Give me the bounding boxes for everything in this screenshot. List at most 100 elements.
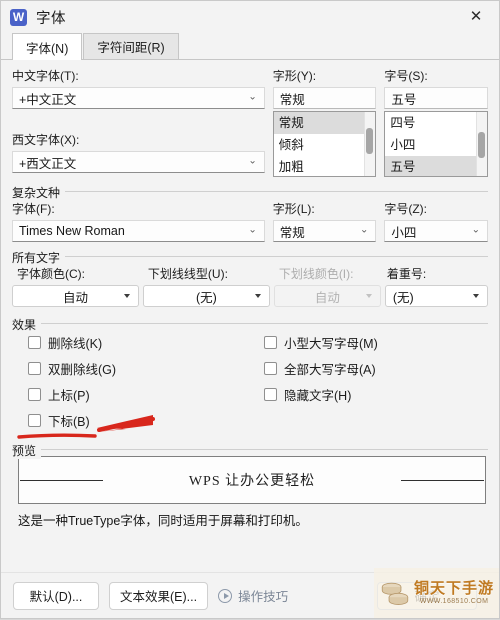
western-font-label: 西文字体(X): [12, 133, 80, 147]
close-icon[interactable]: ✕ [459, 3, 493, 29]
checkbox-superscript[interactable]: 上标(P) [28, 384, 250, 405]
emphasis-mark-dropdown[interactable]: (无) [384, 285, 488, 307]
chevron-down-icon: ⌄ [248, 155, 257, 167]
list-item[interactable]: 四号 [385, 112, 487, 134]
complex-font-combo[interactable]: Times New Roman ⌄ [12, 220, 265, 242]
western-font-combo[interactable]: +西文正文 ⌄ [12, 151, 265, 173]
checkbox-label: 隐藏文字(H) [284, 389, 352, 403]
checkbox-box [28, 388, 41, 401]
complex-font-label: 字体(F): [12, 202, 55, 216]
list-item[interactable]: 加粗 [274, 156, 376, 176]
font-color-value: 自动 [62, 290, 88, 305]
underline-style-field: 下划线线型(U): (无) [142, 265, 270, 307]
dialog-footer: 默认(D)... 文本效果(E)... 操作技巧 确定 [1, 572, 499, 618]
underline-style-dropdown[interactable]: (无) [142, 285, 270, 307]
caret-down-icon [123, 294, 130, 298]
caret-down-icon [365, 294, 372, 298]
checkbox-subscript[interactable]: 下标(B) [28, 410, 250, 431]
font-style-input[interactable]: 常规 [272, 87, 377, 109]
underline-color-field: 下划线颜色(I): 自动 [273, 265, 381, 307]
list-item[interactable]: 倾斜 [274, 134, 376, 156]
tab-font[interactable]: 字体(N) [12, 33, 83, 60]
underline-color-value: 自动 [314, 290, 340, 305]
font-style-label: 字形(Y): [272, 69, 317, 83]
chinese-font-value: +中文正文 [19, 92, 77, 107]
dialog-body: 中文字体(T): +中文正文 ⌄ 西文字体(X): +西文正文 ⌄ 字形(Y):… [1, 60, 499, 572]
font-style-column: 字形(Y): 常规 常规 倾斜 加粗 [272, 67, 377, 177]
tab-strip: 字体(N) 字符间距(R) [1, 33, 499, 60]
effects-left-column: 删除线(K) 双删除线(G) 上标(P) 下标(B) [12, 332, 250, 436]
checkbox-box [28, 362, 41, 375]
operation-tips-label: 操作技巧 [238, 590, 289, 604]
font-size-column: 字号(S): 五号 四号 小四 五号 [384, 67, 488, 177]
underline-color-label: 下划线颜色(I): [278, 267, 354, 281]
checkbox-strikethrough[interactable]: 删除线(K) [28, 332, 250, 353]
chinese-font-combo[interactable]: +中文正文 ⌄ [12, 87, 265, 109]
group-divider [12, 323, 488, 324]
wps-writer-logo-icon: W [10, 8, 27, 26]
underline-color-dropdown: 自动 [273, 285, 381, 307]
complex-size-combo[interactable]: 小四 ⌄ [384, 220, 488, 242]
caret-down-icon [254, 294, 261, 298]
complex-style-field: 字形(L): 常规 ⌄ [272, 200, 377, 242]
preview-title: 预览 [12, 442, 42, 459]
chinese-font-label: 中文字体(T): [12, 69, 79, 83]
complex-style-value: 常规 [279, 225, 305, 240]
font-color-dropdown[interactable]: 自动 [12, 285, 139, 307]
tab-character-spacing[interactable]: 字符间距(R) [83, 33, 179, 59]
operation-tips-link[interactable]: 操作技巧 [218, 586, 288, 605]
chevron-down-icon: ⌄ [359, 224, 369, 236]
preview-rule-right [401, 480, 484, 481]
list-item[interactable]: 常规 [273, 112, 376, 134]
effects-row: 删除线(K) 双删除线(G) 上标(P) 下标(B) 小型大写字母(M) 全部大… [12, 323, 488, 436]
checkbox-small-caps[interactable]: 小型大写字母(M) [264, 332, 480, 353]
list-item[interactable]: 小四 [385, 134, 487, 156]
complex-size-label: 字号(Z): [384, 202, 428, 216]
font-size-value: 五号 [391, 92, 417, 107]
all-text-row: 字体颜色(C): 自动 下划线线型(U): (无) 下划线颜色(I): 自动 着… [12, 256, 488, 307]
scrollbar-thumb[interactable] [477, 132, 485, 158]
font-name-column: 中文字体(T): +中文正文 ⌄ 西文字体(X): +西文正文 ⌄ [12, 67, 265, 177]
font-style-listbox[interactable]: 常规 倾斜 加粗 [272, 111, 377, 177]
complex-font-field: 字体(F): Times New Roman ⌄ [12, 200, 265, 242]
font-size-label: 字号(S): [384, 69, 428, 83]
chevron-down-icon: ⌄ [248, 91, 257, 103]
font-size-input[interactable]: 五号 [384, 87, 488, 109]
checkbox-box [28, 414, 41, 427]
preview-rule-left [20, 480, 103, 481]
complex-style-label: 字形(L): [272, 202, 315, 216]
effects-right-column: 小型大写字母(M) 全部大写字母(A) 隐藏文字(H) [250, 332, 480, 436]
checkbox-box [264, 336, 277, 349]
preview-note: 这是一种TrueType字体，同时适用于屏幕和打印机。 [18, 514, 308, 528]
preview-sample-text: WPS 让办公更轻松 [188, 474, 316, 489]
caret-down-icon [473, 294, 479, 298]
emphasis-mark-label: 着重号: [386, 267, 427, 281]
default-button[interactable]: 默认(D)... [13, 581, 99, 610]
font-selection-row: 中文字体(T): +中文正文 ⌄ 西文字体(X): +西文正文 ⌄ 字形(Y):… [12, 67, 488, 177]
effects-group: 效果 删除线(K) 双删除线(G) 上标(P) 下标(B) 小型大写字母(M) … [12, 316, 488, 436]
complex-script-row: 字体(F): Times New Roman ⌄ 字形(L): 常规 ⌄ 字号(… [12, 191, 488, 242]
list-item[interactable]: 五号 [385, 156, 487, 176]
title-bar: W 字体 ✕ [1, 1, 499, 33]
font-dialog: W 字体 ✕ 字体(N) 字符间距(R) 中文字体(T): +中文正文 ⌄ 西文… [0, 0, 500, 619]
checkbox-label: 上标(P) [48, 389, 90, 403]
checkbox-hidden-text[interactable]: 隐藏文字(H) [264, 384, 480, 405]
complex-script-group: 复杂文种 字体(F): Times New Roman ⌄ 字形(L): 常规 … [12, 184, 488, 242]
scrollbar-thumb[interactable] [366, 128, 374, 154]
underline-style-value: (无) [195, 290, 217, 305]
complex-size-value: 小四 [391, 225, 417, 240]
text-effects-button[interactable]: 文本效果(E)... [109, 581, 209, 610]
checkbox-label: 双删除线(G) [48, 363, 117, 377]
preview-group: 预览 WPS 让办公更轻松 这是一种TrueType字体，同时适用于屏幕和打印机… [12, 442, 488, 529]
ok-button[interactable]: 确定 [377, 581, 477, 610]
group-divider [12, 449, 488, 450]
checkbox-double-strikethrough[interactable]: 双删除线(G) [28, 358, 250, 379]
font-color-label: 字体颜色(C): [17, 267, 85, 281]
chevron-down-icon: ⌄ [248, 224, 257, 236]
checkbox-all-caps[interactable]: 全部大写字母(A) [264, 358, 480, 379]
complex-style-combo[interactable]: 常规 ⌄ [272, 220, 377, 242]
all-text-group: 所有文字 字体颜色(C): 自动 下划线线型(U): (无) 下划线颜色(I):… [12, 249, 488, 307]
font-size-listbox[interactable]: 四号 小四 五号 [384, 111, 488, 177]
western-font-value: +西文正文 [19, 156, 77, 171]
underline-style-label: 下划线线型(U): [147, 267, 228, 281]
